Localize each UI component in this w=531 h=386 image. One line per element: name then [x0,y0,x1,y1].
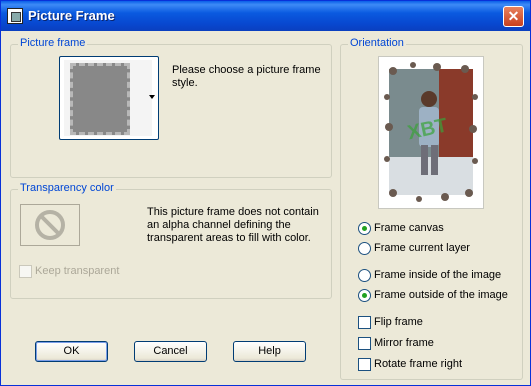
radio-frame-inside-label: Frame inside of the image [374,269,502,281]
close-icon: ✕ [507,8,520,24]
transparency-color-swatch [20,204,80,246]
flip-frame-checkbox[interactable] [358,316,371,329]
help-button[interactable]: Help [233,341,306,362]
dropdown-arrow-icon [149,95,155,99]
radio-frame-current-layer-label: Frame current layer [374,242,470,254]
ok-button[interactable]: OK [35,341,108,362]
picture-frame-group-label: Picture frame [18,37,88,49]
transparency-group-label: Transparency color [18,182,116,194]
window-title: Picture Frame [28,8,115,23]
orientation-group-label: Orientation [348,37,406,49]
preview-photo: XBT [384,62,478,202]
radio-frame-current-layer[interactable] [358,242,371,255]
close-button[interactable]: ✕ [503,6,524,27]
transparency-description: This picture frame does not contain an a… [147,206,319,244]
radio-frame-outside-label: Frame outside of the image [374,289,508,301]
keep-transparent-label: Keep transparent [35,265,120,277]
rotate-frame-right-checkbox[interactable] [358,358,371,371]
app-icon [7,8,23,24]
rotate-frame-right-label: Rotate frame right [374,358,463,370]
frame-style-dropdown[interactable] [59,56,159,140]
frame-instruction-text: Please choose a picture frame style. [172,64,321,89]
radio-frame-outside[interactable] [358,289,371,302]
cancel-button[interactable]: Cancel [134,341,207,362]
title-bar[interactable]: Picture Frame ✕ [1,1,530,31]
radio-frame-inside[interactable] [358,269,371,282]
flip-frame-label: Flip frame [374,316,423,328]
frame-preview-image: XBT [378,56,484,209]
radio-frame-canvas-label: Frame canvas [374,222,444,234]
picture-frame-dialog: Picture Frame ✕ Picture frame Please cho… [0,0,531,386]
no-symbol-icon [35,210,65,240]
frame-preview-area [64,60,152,136]
mirror-frame-checkbox[interactable] [358,337,371,350]
mirror-frame-label: Mirror frame [374,337,434,349]
keep-transparent-checkbox[interactable] [19,265,32,278]
frame-style-thumbnail [70,63,130,135]
radio-frame-canvas[interactable] [358,222,371,235]
